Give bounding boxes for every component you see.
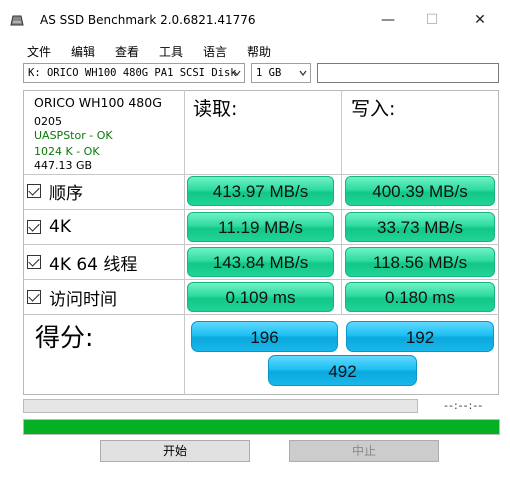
grid-divider <box>23 314 499 315</box>
maximize-button[interactable]: ☐ <box>417 8 447 32</box>
row-sequential[interactable]: 顺序 <box>27 176 83 206</box>
drive-select-value: K: ORICO WH100 480G PA1 SCSI Disk <box>28 67 237 79</box>
score-label: 得分: <box>35 323 94 352</box>
checkbox-icon[interactable] <box>27 255 41 269</box>
menu-help[interactable]: 帮助 <box>247 43 271 60</box>
row-label: 访问时间 <box>49 289 117 310</box>
row-4k[interactable]: 4K <box>27 212 71 242</box>
row-4k-64[interactable]: 4K 64 线程 <box>27 247 137 277</box>
access-read-result: 0.109 ms <box>187 282 334 312</box>
write-column-header: 写入: <box>351 98 396 120</box>
4k64-read-result: 143.84 MB/s <box>187 247 334 277</box>
row-label: 4K <box>49 217 71 237</box>
close-button[interactable]: ✕ <box>465 8 495 32</box>
grid-divider <box>184 90 185 395</box>
menu-tools[interactable]: 工具 <box>159 43 183 60</box>
read-column-header: 读取: <box>193 98 238 120</box>
row-label: 顺序 <box>49 183 83 204</box>
row-access-time[interactable]: 访问时间 <box>27 282 117 312</box>
checkbox-icon[interactable] <box>27 220 41 234</box>
4k-read-result: 11.19 MB/s <box>187 212 334 242</box>
elapsed-timer: --:--:-- <box>444 399 484 412</box>
grid-divider <box>23 279 499 280</box>
test-progress-bar <box>23 399 418 413</box>
write-score: 192 <box>346 321 494 352</box>
seq-read-result: 413.97 MB/s <box>187 176 334 206</box>
driver-status: UASPStor - OK <box>34 129 113 142</box>
access-write-result: 0.180 ms <box>345 282 495 312</box>
device-firmware: 0205 <box>34 115 62 128</box>
menu-file[interactable]: 文件 <box>27 43 51 60</box>
menu-view[interactable]: 查看 <box>115 43 139 60</box>
text-input[interactable] <box>317 63 499 83</box>
grid-divider <box>23 244 499 245</box>
window-title: AS SSD Benchmark 2.0.6821.41776 <box>40 13 256 27</box>
drive-select[interactable]: K: ORICO WH100 480G PA1 SCSI Disk <box>23 63 245 83</box>
4k-write-result: 33.73 MB/s <box>345 212 495 242</box>
total-score: 492 <box>268 355 417 386</box>
4k64-write-result: 118.56 MB/s <box>345 247 495 277</box>
stop-button[interactable]: 中止 <box>289 440 439 462</box>
size-select-value: 1 GB <box>256 67 282 79</box>
size-select[interactable]: 1 GB <box>251 63 311 83</box>
menu-language[interactable]: 语言 <box>203 43 227 60</box>
title-bar: AS SSD Benchmark 2.0.6821.41776 — ☐ ✕ <box>0 0 510 40</box>
checkbox-icon[interactable] <box>27 290 41 304</box>
start-button[interactable]: 开始 <box>100 440 250 462</box>
chevron-down-icon <box>299 70 307 76</box>
overall-progress-bar <box>23 419 500 435</box>
overall-progress-fill <box>24 420 499 434</box>
alignment-status: 1024 K - OK <box>34 145 100 158</box>
checkbox-icon[interactable] <box>27 184 41 198</box>
grid-divider <box>23 174 499 175</box>
menu-edit[interactable]: 编辑 <box>71 43 95 60</box>
read-score: 196 <box>191 321 338 352</box>
grid-divider <box>341 90 342 315</box>
grid-divider <box>23 209 499 210</box>
row-label: 4K 64 线程 <box>49 254 138 275</box>
menu-bar: 文件 编辑 查看 工具 语言 帮助 <box>0 40 510 60</box>
app-icon <box>10 15 24 26</box>
minimize-button[interactable]: — <box>373 8 403 32</box>
device-name: ORICO WH100 480G <box>34 95 162 110</box>
chevron-down-icon <box>233 70 241 76</box>
device-capacity: 447.13 GB <box>34 159 93 172</box>
seq-write-result: 400.39 MB/s <box>345 176 495 206</box>
